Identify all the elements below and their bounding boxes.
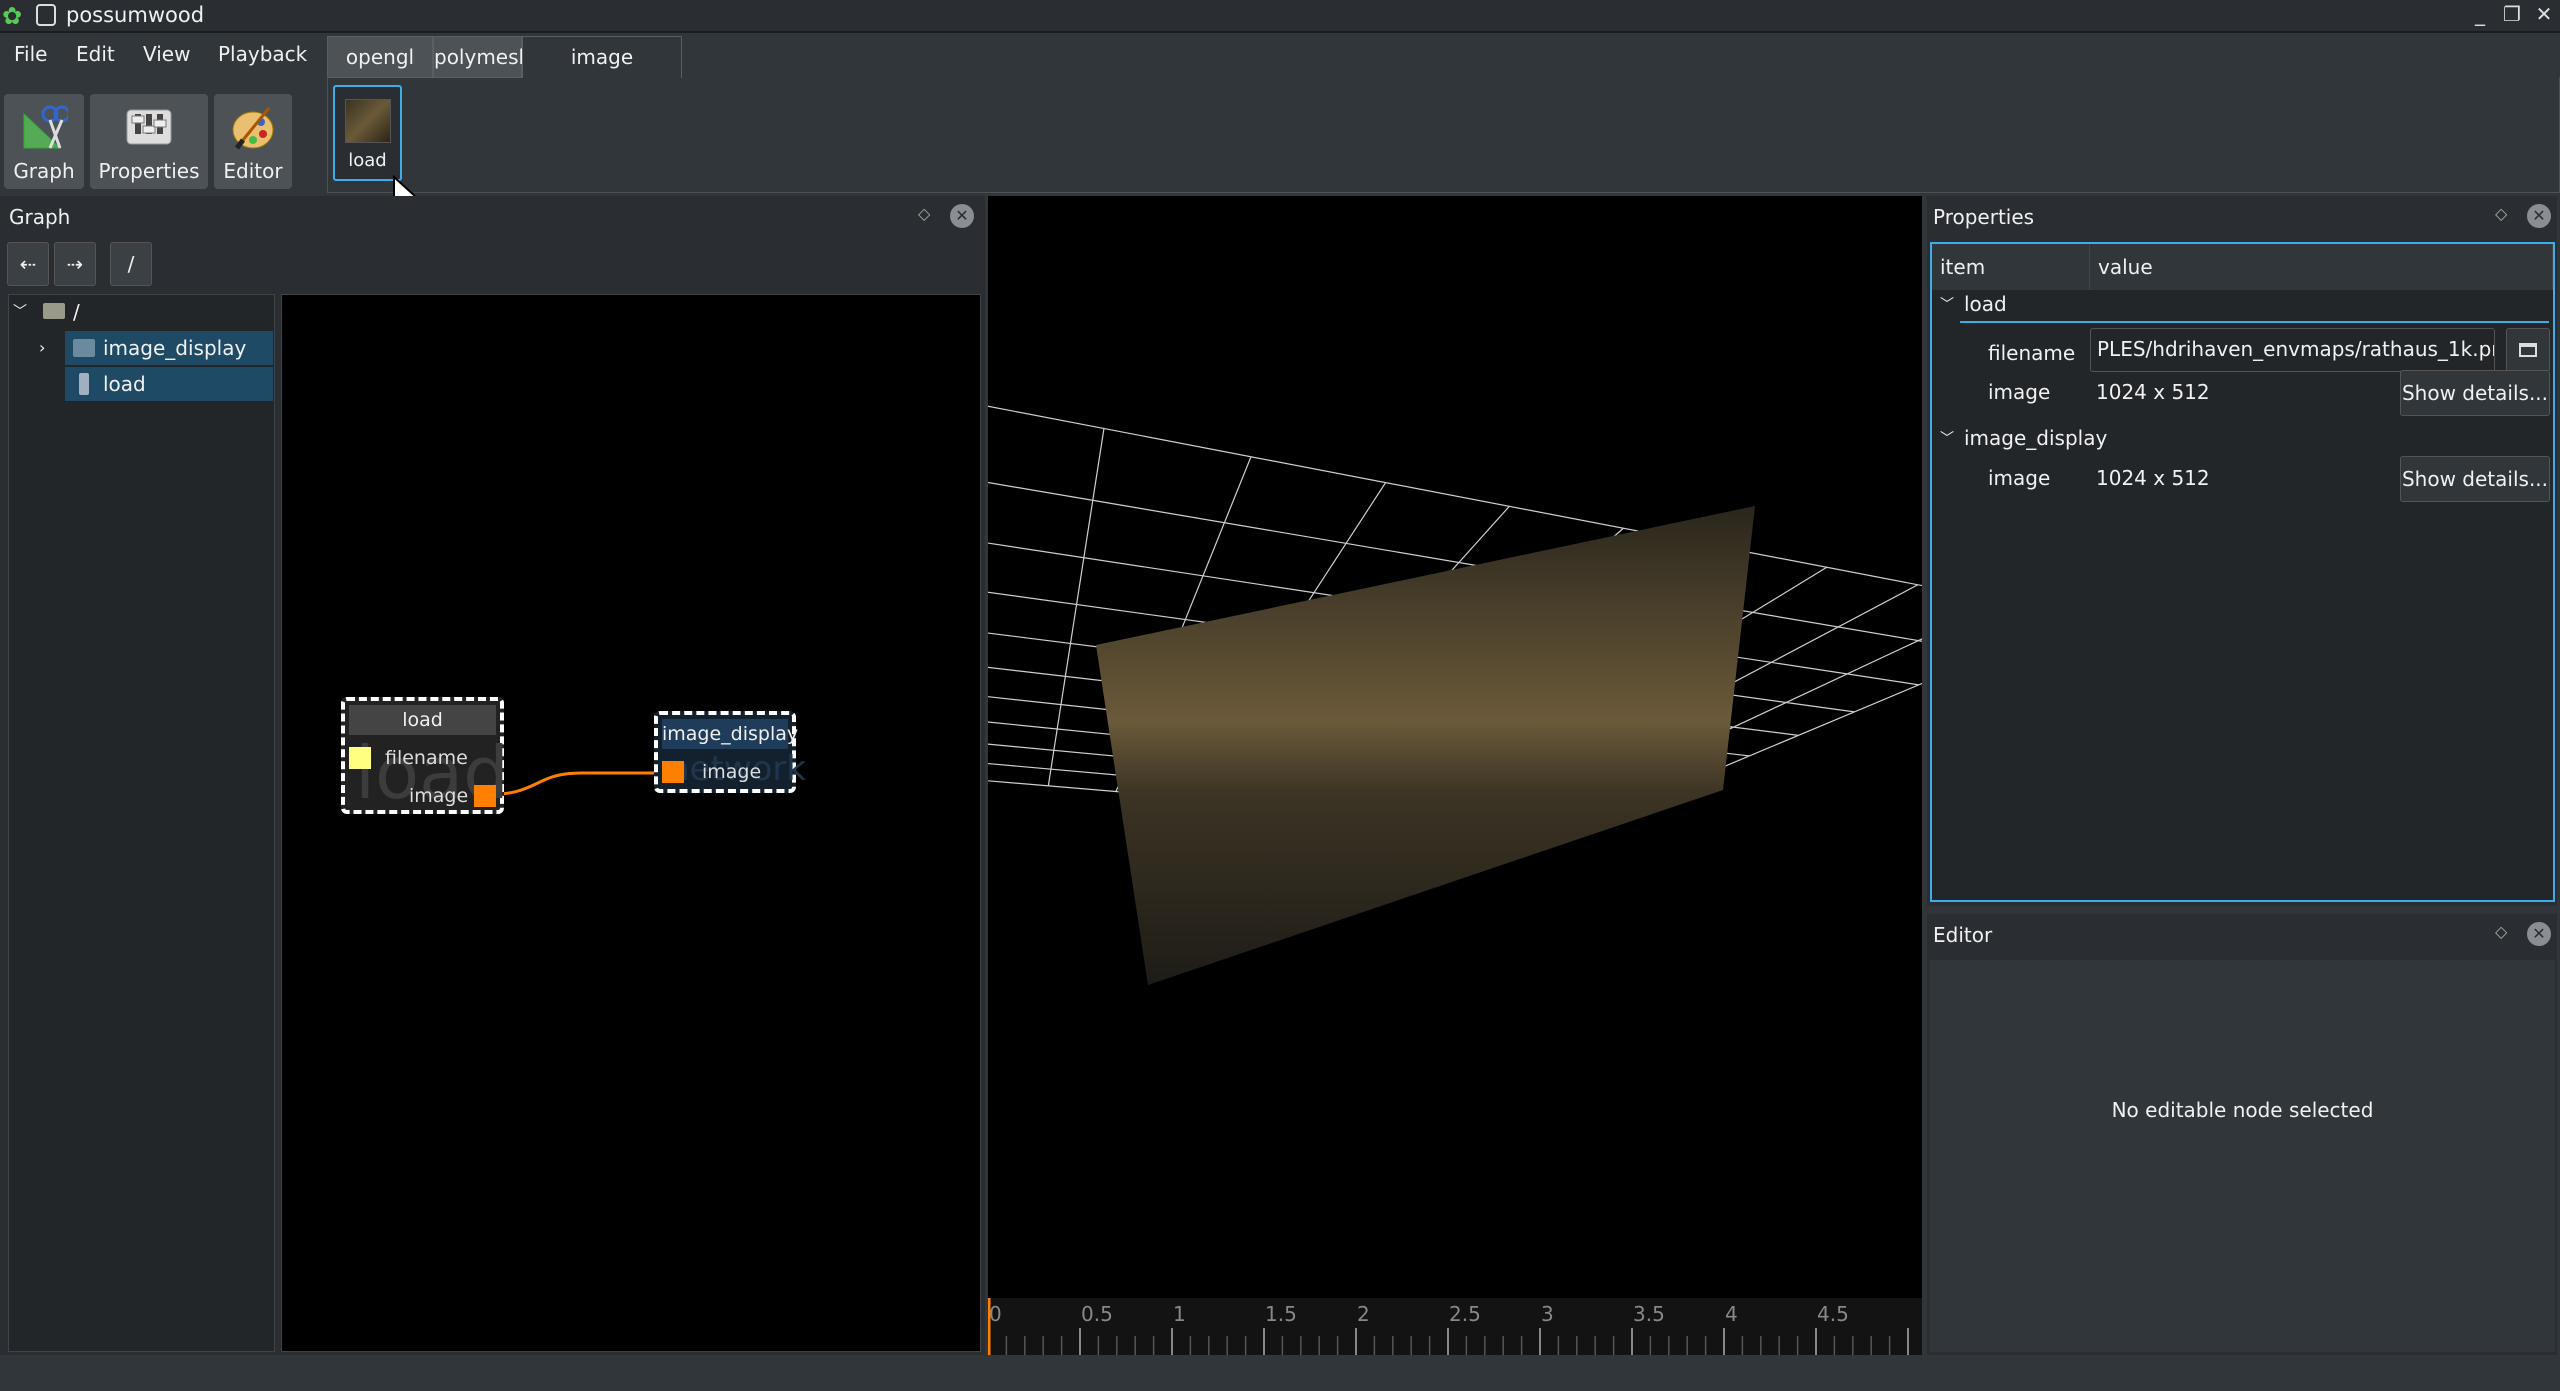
close-panel-icon[interactable]: ✕ [950,204,974,228]
tab-opengl[interactable]: opengl [327,36,433,78]
column-header-item[interactable]: item [1932,244,2090,290]
timeline-label: 1 [1173,1302,1186,1326]
properties-button-label: Properties [98,159,200,183]
load-node-label: load [348,150,387,171]
timeline-label: 2.5 [1449,1302,1481,1326]
prop-value-image: 1024 x 512 [2096,380,2210,404]
prop-item-image: image [1988,466,2051,490]
tree-item-load[interactable]: load [65,367,273,401]
minimize-icon[interactable]: _ [2466,2,2494,30]
close-panel-icon[interactable]: ✕ [2527,204,2551,228]
tab-polymesh[interactable]: polymesh [433,36,531,78]
window-title: possumwood [66,3,205,27]
chevron-right-icon[interactable]: › [39,331,45,365]
palette-icon [232,107,274,150]
port-image-in[interactable] [662,761,684,783]
graph-button-label: Graph [13,159,75,183]
selection-underline [1960,321,2549,323]
close-icon[interactable]: ✕ [2530,2,2558,30]
menu-playback[interactable]: Playback [218,42,307,66]
browse-file-button[interactable] [2506,328,2550,372]
maximize-icon[interactable]: ❐ [2498,2,2526,30]
path-button[interactable]: / [110,242,152,286]
network-tree: ﹀ / image_display › load [8,294,275,1352]
prop-item-image: image [1988,380,2051,404]
show-details-button[interactable]: Show details... [2400,370,2550,416]
node-title: load [349,705,496,735]
timeline-label: 0.5 [1081,1302,1113,1326]
tab-content [327,77,2560,193]
prop-item-filename: filename [1988,341,2076,365]
editor-panel: Editor ◇ ✕ No editable node selected [1927,914,2557,1355]
editor-button-label: Editor [223,159,283,183]
tree-item-label: image_display [103,336,247,360]
chevron-down-icon[interactable]: ﹀ [1940,428,1954,448]
menu-file[interactable]: File [14,42,47,66]
prop-value-image: 1024 x 512 [2096,466,2210,490]
timeline-label: 1.5 [1265,1302,1297,1326]
float-icon[interactable]: ◇ [2495,922,2507,941]
tree-item-image-display[interactable]: image_display [65,331,273,365]
timeline[interactable]: 0 0.5 1 1.5 2 2.5 3 3.5 4 4.5 [987,1298,1922,1355]
timeline-label: 2 [1357,1302,1370,1326]
column-header-value[interactable]: value [2090,244,2553,290]
port-filename[interactable] [349,747,371,769]
chevron-down-icon[interactable]: ﹀ [1940,294,1954,314]
network-icon [73,339,95,357]
properties-icon [126,109,172,145]
graph-panel-title: Graph [9,205,71,229]
node-title: image_display [662,719,798,749]
group-image-display[interactable]: image_display [1964,426,2107,450]
timeline-label: 3 [1541,1302,1554,1326]
timeline-label: 4 [1725,1302,1738,1326]
properties-button[interactable]: Properties [90,94,208,189]
connection-layer [481,771,660,797]
close-panel-icon[interactable]: ✕ [2527,922,2551,946]
tab-image[interactable]: image [522,36,682,78]
status-bar [0,1355,2560,1391]
group-load[interactable]: load [1964,292,2007,316]
graph-button[interactable]: Graph [4,94,84,189]
port-image-out[interactable] [474,785,496,807]
tree-item-label: / [73,300,80,324]
menu-view[interactable]: View [143,42,190,66]
port-label: filename [385,747,468,769]
forward-button[interactable]: ⇢ [54,242,96,286]
graph-icon [23,105,68,149]
properties-panel: Properties ◇ ✕ item value ﹀ load filenam… [1927,196,2557,906]
image-plane [1096,506,1755,985]
port-label: image [702,761,762,783]
folder-icon [2519,343,2537,357]
show-details-button[interactable]: Show details... [2400,456,2550,502]
editor-title: Editor [1933,923,1993,947]
timeline-label: 4.5 [1817,1302,1849,1326]
port-label: image [409,785,469,807]
float-icon[interactable]: ◇ [2495,204,2507,223]
app-tree-icon: ✿ [2,2,23,30]
load-thumbnail-icon [345,99,391,143]
3d-viewport[interactable] [942,196,2083,1298]
float-icon[interactable]: ◇ [918,204,930,223]
viewport-scene [942,396,2083,985]
node-load[interactable]: load load filename image [341,697,509,815]
window-menu-icon[interactable] [36,4,56,26]
tree-item-root[interactable]: ﹀ / [9,295,274,329]
node-image-display[interactable]: network image_display image [654,711,806,793]
node-icon [79,373,89,395]
load-node-button[interactable]: load [333,85,402,181]
tree-item-label: load [103,372,146,396]
filename-input[interactable]: PLES/hdrihaven_envmaps/rathaus_1k.png [2090,328,2495,372]
chevron-down-icon[interactable]: ﹀ [13,295,27,329]
menu-edit[interactable]: Edit [76,42,115,66]
title-bar: ✿ possumwood _ ❐ ✕ [0,0,2560,33]
properties-tree: item value ﹀ load filename PLES/hdrihave… [1930,242,2555,902]
timeline-label: 3.5 [1633,1302,1665,1326]
graph-editor-canvas[interactable]: load load filename image network image_d… [281,294,981,1352]
editor-button[interactable]: Editor [214,94,292,189]
properties-title: Properties [1933,205,2035,229]
back-button[interactable]: ⇠ [7,242,49,286]
folder-icon [43,303,65,319]
timeline-label: 0 [989,1302,1002,1326]
editor-message: No editable node selected [1930,960,2555,1352]
